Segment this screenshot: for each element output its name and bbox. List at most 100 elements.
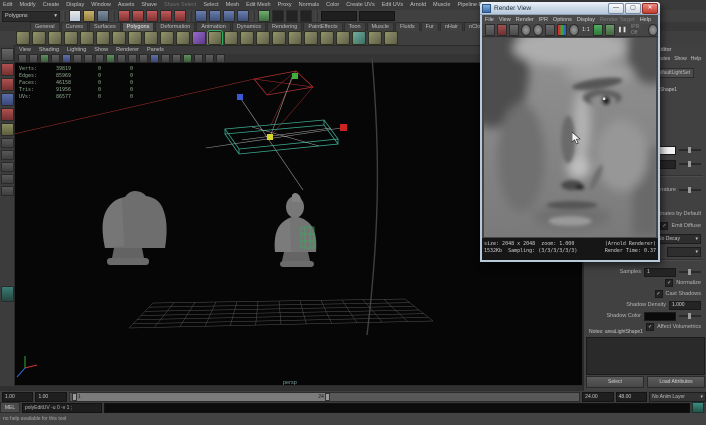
menu-set-selector[interactable]: Polygons▾: [2, 11, 60, 22]
layout-single-pane-icon[interactable]: [1, 138, 14, 148]
shadow-color-swatch[interactable]: [644, 312, 676, 321]
playback-start-field[interactable]: 1.00: [2, 392, 33, 402]
manipulator-z-handle[interactable]: [237, 94, 243, 100]
menu-item[interactable]: Proxy: [278, 2, 292, 8]
rotate-tool-icon[interactable]: [1, 108, 14, 121]
shelf-tab[interactable]: Animation: [196, 22, 230, 31]
color-slider[interactable]: [679, 149, 701, 151]
close-button[interactable]: ✕: [642, 3, 658, 14]
select-by-component-icon[interactable]: [146, 10, 158, 22]
animation-end-field[interactable]: 24.00: [582, 392, 613, 402]
poly-helix-icon[interactable]: [160, 31, 174, 45]
menu-item[interactable]: Muscle: [433, 2, 450, 8]
attribute-editor-menu-item[interactable]: Help: [691, 56, 701, 62]
render-view-menu-item[interactable]: View: [499, 17, 511, 23]
shelf-tab[interactable]: Muscle: [367, 22, 394, 31]
shelf-tab[interactable]: Deformation: [155, 22, 195, 31]
layout-hypershade-icon[interactable]: [1, 186, 14, 196]
construction-history-icon[interactable]: [258, 10, 270, 22]
bridge-icon[interactable]: [336, 31, 350, 45]
shelf-tab[interactable]: PaintEffects: [303, 22, 342, 31]
render-view-menu-item[interactable]: Options: [553, 17, 572, 23]
render-view-menu-item[interactable]: Render: [516, 17, 534, 23]
render-view-window[interactable]: Render View — ▢ ✕ FileViewRenderIPROptio…: [480, 2, 660, 262]
rendered-image[interactable]: [484, 38, 656, 237]
quick-selection-field[interactable]: [321, 11, 357, 21]
layout-persp-outliner-icon[interactable]: [1, 162, 14, 172]
menu-item[interactable]: Edit Mesh: [246, 2, 270, 8]
render-view-menu-item[interactable]: IPR: [539, 17, 548, 23]
poly-pyramid-icon[interactable]: [128, 31, 142, 45]
poly-plane-icon[interactable]: [80, 31, 94, 45]
layout-four-pane-icon[interactable]: [1, 150, 14, 160]
render-settings-icon[interactable]: [300, 10, 312, 22]
refresh-ipr-icon[interactable]: [533, 24, 543, 36]
quick-rename-field[interactable]: [359, 11, 395, 21]
headless-bust-model[interactable]: [103, 191, 167, 265]
save-scene-icon[interactable]: [97, 10, 109, 22]
playback-end-field[interactable]: 48.00: [616, 392, 647, 402]
render-region-icon[interactable]: [509, 24, 519, 36]
lasso-tool-icon[interactable]: [1, 63, 14, 76]
animation-start-field[interactable]: 1.00: [35, 392, 66, 402]
manipulator-x-handle[interactable]: [340, 124, 347, 131]
maximize-button[interactable]: ▢: [625, 3, 641, 14]
pause-ipr-icon[interactable]: ❚❚: [617, 27, 628, 33]
manipulator-center-handle[interactable]: [267, 134, 273, 140]
alpha-channel-icon[interactable]: [569, 24, 579, 36]
notes-textarea[interactable]: [586, 337, 705, 375]
menu-item[interactable]: Create: [43, 2, 60, 8]
layout-scene-thumbnail-icon[interactable]: [1, 286, 14, 302]
poly-cylinder-icon[interactable]: [48, 31, 62, 45]
area-light-manipulator[interactable]: [15, 71, 347, 190]
platonic-solid-icon[interactable]: [192, 31, 206, 45]
redo-previous-render-icon[interactable]: [497, 24, 507, 36]
command-result-field[interactable]: [104, 403, 690, 413]
color-temperature-slider[interactable]: [679, 189, 701, 191]
load-attributes-button[interactable]: Load Attributes: [647, 376, 705, 388]
render-view-menu-item[interactable]: Display: [577, 17, 595, 23]
insert-edge-loop-icon[interactable]: [384, 31, 398, 45]
boolean-union-icon[interactable]: [256, 31, 270, 45]
shelf-tab[interactable]: Toon: [344, 22, 366, 31]
menu-item[interactable]: Arnold: [410, 2, 426, 8]
split-polygon-icon[interactable]: [368, 31, 382, 45]
menu-item[interactable]: Create UVs: [346, 2, 374, 8]
shadow-density-field[interactable]: 1.000: [669, 301, 701, 310]
render-view-menu-item[interactable]: File: [485, 17, 494, 23]
shelf-tab[interactable]: General: [30, 22, 60, 31]
ipr-render-icon[interactable]: [521, 24, 531, 36]
combine-icon[interactable]: [208, 31, 222, 45]
rgb-channel-icon[interactable]: [557, 24, 567, 36]
poly-sphere-icon[interactable]: [16, 31, 30, 45]
select-tool-icon[interactable]: [1, 48, 14, 61]
command-language-toggle[interactable]: MEL: [0, 402, 20, 413]
filter-dropdown[interactable]: ▾: [667, 247, 701, 257]
select-by-hierarchy-icon[interactable]: [118, 10, 130, 22]
snap-to-point-icon[interactable]: [223, 10, 235, 22]
render-current-frame-icon[interactable]: [272, 10, 284, 22]
minimize-button[interactable]: —: [608, 3, 624, 14]
render-current-frame-icon[interactable]: [485, 24, 495, 36]
selection-mask-icon[interactable]: [174, 10, 186, 22]
command-input[interactable]: polyEditUV -u 0 -v 1 ;: [22, 403, 102, 413]
range-slider-track[interactable]: 1 24: [69, 392, 580, 402]
emit-diffuse-checkbox[interactable]: ✓: [660, 222, 668, 230]
manipulator-y-handle[interactable]: [292, 73, 298, 79]
boolean-difference-icon[interactable]: [272, 31, 286, 45]
normalize-checkbox[interactable]: ✓: [665, 279, 673, 287]
attribute-editor-menu-item[interactable]: Show: [674, 56, 687, 62]
menu-item[interactable]: Window: [91, 2, 111, 8]
range-slider-bar[interactable]: 1 24: [72, 393, 330, 401]
select-button[interactable]: Select: [586, 376, 644, 388]
affect-volumetrics-checkbox[interactable]: ✓: [646, 323, 654, 331]
samples-field[interactable]: 1: [644, 268, 676, 277]
menu-item[interactable]: Display: [66, 2, 84, 8]
merge-vertex-icon[interactable]: [352, 31, 366, 45]
menu-item[interactable]: Mesh: [226, 2, 239, 8]
new-scene-icon[interactable]: [69, 10, 81, 22]
menu-item[interactable]: Normals: [299, 2, 319, 8]
menu-item[interactable]: Color: [326, 2, 339, 8]
remove-image-icon[interactable]: [605, 24, 615, 36]
poly-soccerball-icon[interactable]: [176, 31, 190, 45]
